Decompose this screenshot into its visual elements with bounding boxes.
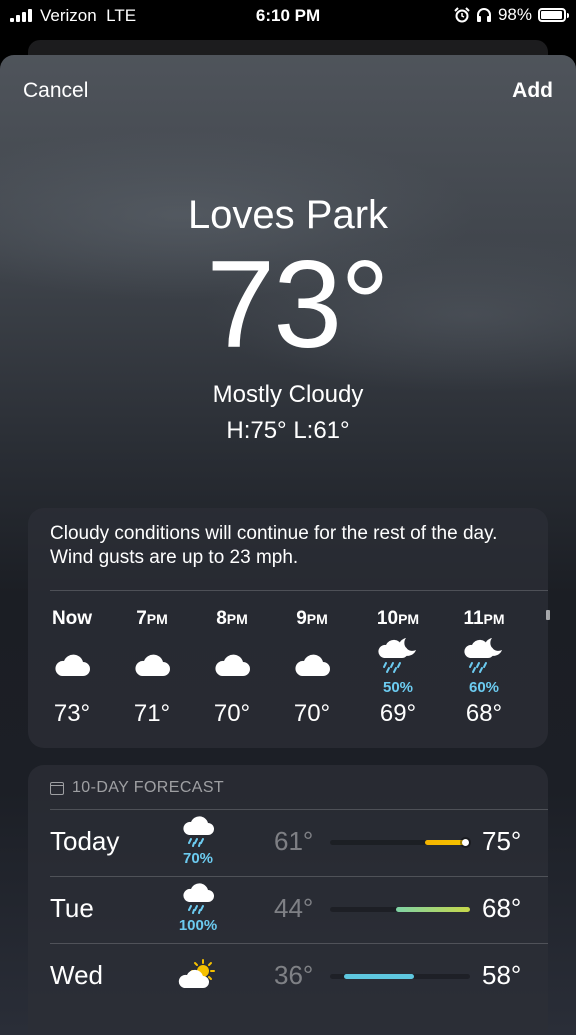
precip-chance: 70%	[182, 850, 214, 867]
hour-temperature: 73°	[53, 700, 91, 727]
divider	[50, 943, 548, 944]
current-temperature: 73°	[206, 236, 390, 374]
battery-percent: 98%	[497, 5, 532, 24]
hourly-item: 7PM 71°	[112, 608, 192, 728]
day-label: Wed	[50, 960, 103, 990]
divider	[50, 876, 548, 877]
precip-chance: 50%	[382, 679, 414, 696]
hour-label: 9PM	[272, 608, 352, 634]
status-right: 98%	[454, 5, 569, 25]
temperature-range-bar	[330, 974, 470, 979]
high-temperature: 68°	[482, 893, 522, 923]
day-label: Tue	[50, 893, 94, 923]
temperature-range-fill	[344, 974, 414, 979]
precip-chance: 100%	[178, 917, 218, 934]
temperature-range-bar	[330, 839, 470, 846]
forecast-summary: Cloudy conditions will continue for the …	[50, 523, 498, 568]
ten-day-forecast-panel[interactable]: 10-DAY FORECAST Today 70% 61° 75° Tue 100% 44°…	[28, 765, 548, 1035]
add-location-sheet: Cancel Add Loves Park 73° Mostly Cloudy …	[0, 55, 576, 1035]
hour-label: 7PM	[112, 608, 192, 634]
divider	[50, 809, 548, 810]
hour-time: 7	[136, 608, 147, 629]
high-temperature: 75°	[482, 826, 522, 856]
daily-row[interactable]: Tue 100% 44° 68°	[28, 876, 548, 942]
hour-time: 9	[296, 608, 307, 629]
hour-temperature: 70°	[213, 700, 251, 727]
hour-period: PM	[226, 611, 248, 627]
hourly-item: 10PM 50% 69°	[358, 608, 438, 728]
hour-time: 11	[463, 608, 484, 629]
hourly-item: 8PM 70°	[192, 608, 272, 728]
current-condition: Mostly Cloudy	[212, 381, 364, 408]
ten-day-header: 10-DAY FORECAST	[50, 779, 224, 797]
low-temperature: 44°	[274, 893, 314, 923]
hour-time: Now	[51, 608, 93, 629]
daily-row[interactable]: Wed 36° 58°	[28, 943, 548, 1009]
cloud-icon	[32, 642, 112, 692]
hourly-item: Now 73°	[32, 608, 112, 728]
hour-label: Now	[32, 608, 112, 634]
calendar-icon	[50, 781, 64, 795]
divider	[50, 590, 548, 591]
hourly-forecast-panel[interactable]: Cloudy conditions will continue for the …	[28, 508, 550, 748]
hour-time: 8	[216, 608, 227, 629]
status-bar: Verizon LTE 6:10 PM 98%	[0, 0, 576, 32]
cloud-moon-rain-icon: 60%	[444, 638, 524, 696]
hourly-item: 9PM 70°	[272, 608, 352, 728]
hour-temperature: 68°	[465, 700, 503, 727]
cloud-icon	[192, 642, 272, 692]
hour-temperature: 69°	[379, 700, 417, 727]
alarm-icon	[454, 7, 470, 23]
day-label: Today	[50, 826, 120, 856]
headphones-icon	[476, 8, 491, 22]
hour-label: 10PM	[358, 608, 438, 634]
high-temperature: 58°	[482, 960, 522, 990]
temperature-range-bar	[330, 907, 470, 912]
hour-temperature: 71°	[133, 700, 171, 727]
ten-day-title: 10-DAY FORECAST	[72, 779, 225, 796]
hour-period: PM	[146, 611, 168, 627]
hour-temperature: 70°	[293, 700, 331, 727]
cloud-moon-rain-icon: 50%	[358, 638, 438, 696]
cloud-icon	[272, 642, 352, 692]
sun-cloud-icon	[178, 949, 218, 999]
high-low: H:75° L:61°	[226, 417, 350, 444]
next-hour-edge	[546, 610, 550, 620]
cloud-rain-icon: 100%	[178, 882, 218, 934]
hour-label: 8PM	[192, 608, 272, 634]
cloud-icon	[112, 642, 192, 692]
cloud-rain-icon: 70%	[178, 815, 218, 867]
daily-row[interactable]: Today 70% 61° 75°	[28, 809, 548, 875]
cancel-button[interactable]: Cancel	[23, 79, 88, 103]
hour-label: 11PM	[444, 608, 524, 634]
low-temperature: 36°	[274, 960, 314, 990]
battery-icon	[538, 8, 569, 22]
add-button[interactable]: Add	[512, 79, 553, 103]
hour-time: 10	[376, 608, 399, 629]
hourly-item: 11PM 60% 68°	[444, 608, 524, 728]
hour-period: PM	[306, 611, 328, 627]
temperature-range-fill	[395, 907, 470, 912]
temperature-range-fill	[425, 840, 468, 845]
hour-period: PM	[483, 611, 505, 627]
hour-period: PM	[398, 611, 420, 627]
city-name: Loves Park	[187, 193, 389, 237]
low-temperature: 61°	[274, 826, 314, 856]
current-temp-dot	[462, 839, 470, 846]
precip-chance: 60%	[468, 679, 500, 696]
